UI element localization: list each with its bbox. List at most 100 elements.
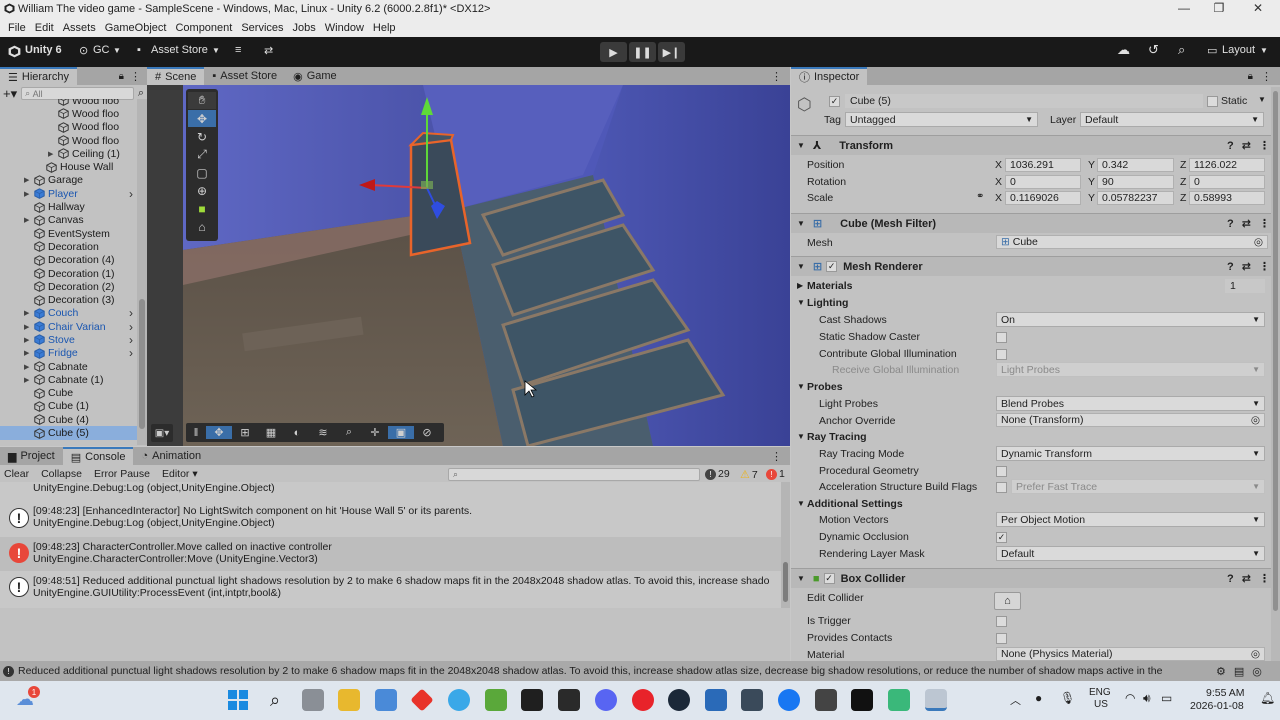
static-shadow-caster-checkbox[interactable] (996, 332, 1007, 343)
shading-icon[interactable]: ◐ (284, 427, 310, 439)
list-item[interactable]: ! [09:48:23] [EnhancedInteractor] No Lig… (0, 502, 781, 536)
kebab-menu-icon[interactable]: ⋮ (1259, 260, 1270, 273)
mesh-renderer-header[interactable]: ▼ ⊞ ✓ Mesh Renderer ? ⇄ ⋮ (791, 256, 1280, 276)
preset-icon[interactable]: ⇄ (1242, 217, 1251, 230)
kebab-menu-icon[interactable]: ⋮ (1261, 70, 1272, 83)
volume-icon[interactable]: 🔊︎ (1143, 691, 1151, 706)
hierarchy-item[interactable]: Wood floo (0, 121, 137, 134)
edit-collider-button[interactable]: ⌂ (994, 592, 1021, 610)
chevron-right-icon[interactable]: ▶ (797, 281, 803, 290)
discord-icon[interactable] (595, 689, 617, 711)
scene-viewport[interactable] (183, 85, 790, 446)
menu-window[interactable]: Window (324, 22, 365, 34)
help-icon[interactable]: ? (1227, 261, 1234, 273)
hierarchy-item[interactable]: ▶ Cabnate (0, 360, 137, 373)
steam-icon[interactable] (668, 689, 690, 711)
hierarchy-item[interactable]: Decoration (4) (0, 254, 137, 267)
chevron-right-icon[interactable]: › (129, 320, 133, 334)
info-count-toggle[interactable]: ! 29 (705, 468, 730, 480)
hierarchy-item[interactable]: Cube (1) (0, 400, 137, 413)
hierarchy-item[interactable]: ▶ Couch › (0, 306, 137, 320)
menu-services[interactable]: Services (240, 22, 284, 34)
unity-hub-icon[interactable] (815, 689, 837, 711)
tray-app-icon[interactable]: ● (1035, 691, 1042, 705)
list-item[interactable]: ! [09:48:51] Reduced additional punctual… (0, 571, 781, 605)
list-item[interactable]: ! [09:48:23] CharacterController.Move ca… (0, 537, 781, 571)
rendering-layer-mask-dropdown[interactable]: Default ▼ (996, 546, 1265, 561)
is-trigger-checkbox[interactable] (996, 616, 1007, 627)
chevron-right-icon[interactable]: › (129, 333, 133, 347)
global-icon[interactable]: ▣ (388, 426, 414, 439)
clock-time[interactable]: 9:55 AM (1206, 687, 1245, 699)
pivot-icon[interactable]: ✛ (362, 426, 388, 439)
status-message[interactable]: Reduced additional punctual light shadow… (18, 665, 1208, 677)
app-green-icon[interactable] (888, 689, 910, 711)
grid-pattern-icon[interactable]: ▦ (258, 426, 284, 439)
move-snap-icon[interactable]: ✥ (206, 426, 232, 439)
store-icon[interactable] (375, 689, 397, 711)
version-control-icon[interactable]: ⇄ (264, 44, 273, 57)
accel-build-flags-checkbox[interactable] (996, 482, 1007, 493)
lighting-foldout[interactable]: Lighting (807, 297, 848, 309)
object-name-input[interactable]: Cube (5) (845, 94, 1203, 108)
ray-tracing-foldout[interactable]: Ray Tracing (807, 431, 867, 443)
expand-arrow-icon[interactable]: ▶ (24, 216, 34, 224)
custom-tool-button[interactable]: ■ (188, 200, 216, 217)
layer-dropdown[interactable]: Default ▼ (1080, 112, 1264, 127)
target-icon[interactable]: ◎ (1251, 414, 1260, 426)
hierarchy-item[interactable]: Wood floo (0, 99, 137, 107)
inspector-scrollbar[interactable] (1271, 87, 1280, 661)
start-button[interactable] (227, 689, 249, 711)
menu-edit[interactable]: Edit (34, 22, 55, 34)
debug-icon[interactable]: ⚙ (1216, 665, 1226, 678)
hierarchy-item[interactable]: Decoration (2) (0, 280, 137, 293)
menu-component[interactable]: Component (174, 22, 233, 34)
chevron-right-icon[interactable]: › (129, 346, 133, 360)
search-icon[interactable]: ⌕ (264, 689, 286, 711)
menu-file[interactable]: File (7, 22, 27, 34)
rotation-y-field[interactable]: 90 (1097, 175, 1174, 189)
additional-settings-foldout[interactable]: Additional Settings (807, 498, 903, 510)
opera-icon[interactable] (632, 689, 654, 711)
tab-inspector[interactable]: ⓘ Inspector (791, 67, 868, 85)
hierarchy-item[interactable]: ▶ Cabnate (1) (0, 373, 137, 386)
mesh-object-field[interactable]: ⊞ Cube ◎ (996, 235, 1268, 249)
asset-store-dropdown[interactable]: Asset Store (151, 44, 208, 56)
cloud-icon[interactable]: ☁ (1117, 42, 1130, 58)
expand-arrow-icon[interactable]: ▶ (24, 336, 34, 344)
drag-handle-icon[interactable]: ‖ (186, 427, 206, 439)
account-button[interactable]: Unity 6 (25, 44, 62, 56)
microphone-icon[interactable]: 🎙︎ (1060, 691, 1075, 705)
preset-icon[interactable]: ⇄ (1242, 139, 1251, 152)
light-probes-dropdown[interactable]: Blend Probes ▼ (996, 396, 1265, 411)
progress-icon[interactable]: ◎ (1252, 665, 1262, 678)
hierarchy-item[interactable]: Cube (4) (0, 413, 137, 426)
hierarchy-item[interactable]: Decoration (3) (0, 293, 137, 306)
tab-console[interactable]: ▤ Console (62, 447, 134, 465)
hierarchy-item[interactable]: Cube (5) (0, 426, 137, 440)
hierarchy-item[interactable]: Wood floo (0, 107, 137, 120)
expand-arrow-icon[interactable]: ▶ (24, 323, 34, 331)
rotation-z-field[interactable]: 0 (1189, 175, 1265, 189)
expand-arrow-icon[interactable]: ▶ (24, 349, 34, 357)
cc-app-icon[interactable] (705, 689, 727, 711)
hierarchy-scrollbar[interactable] (137, 99, 147, 445)
box-collider-enabled-checkbox[interactable]: ✓ (823, 573, 835, 584)
tab-hierarchy[interactable]: ☰ Hierarchy (0, 67, 77, 85)
ray-tracing-mode-dropdown[interactable]: Dynamic Transform ▼ (996, 446, 1265, 461)
help-icon[interactable]: ? (1227, 140, 1234, 152)
chevron-down-icon[interactable]: ▼ (1258, 95, 1266, 104)
procedural-geometry-checkbox[interactable] (996, 466, 1007, 477)
link-icon[interactable]: ⚭ (976, 191, 984, 202)
hierarchy-item[interactable]: Decoration (0, 240, 137, 253)
cache-icon[interactable]: ▤ (1234, 665, 1244, 678)
error-count-toggle[interactable]: ! 1 (766, 468, 785, 480)
dynamic-occlusion-checkbox[interactable]: ✓ (996, 532, 1007, 543)
help-icon[interactable]: ? (1227, 573, 1234, 585)
transform-tool-button[interactable]: ⊕ (188, 182, 216, 199)
menu-jobs[interactable]: Jobs (292, 22, 317, 34)
hierarchy-item[interactable]: House Wall (0, 160, 137, 173)
camera-dropdown[interactable]: ▣▾ (151, 424, 173, 442)
provides-contacts-checkbox[interactable] (996, 633, 1007, 644)
region-code[interactable]: US (1094, 699, 1108, 710)
